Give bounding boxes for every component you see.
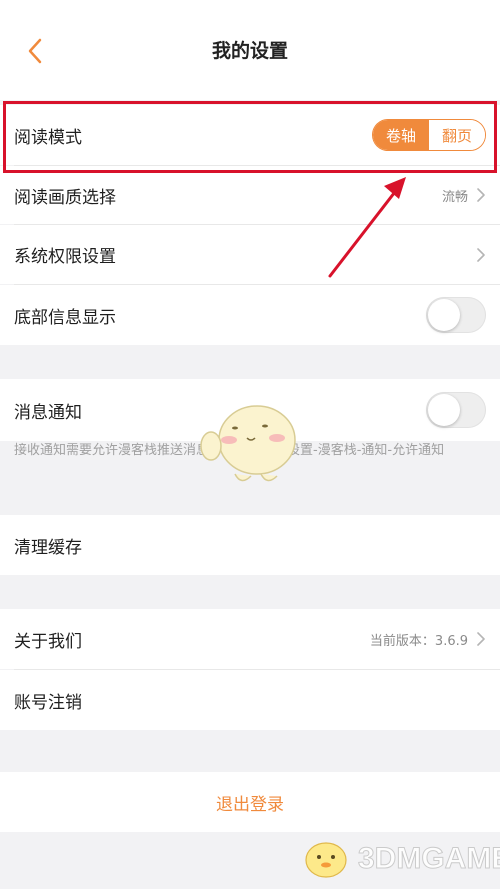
bottom-info-toggle[interactable] [426, 297, 486, 333]
notifications-toggle[interactable] [426, 392, 486, 428]
logout-label: 退出登录 [216, 794, 284, 815]
toggle-knob [428, 394, 460, 426]
system-permissions-label: 系统权限设置 [14, 247, 116, 267]
toggle-knob [428, 299, 460, 331]
reading-mode-option-page[interactable]: 翻页 [429, 120, 485, 150]
setting-row-account-deletion[interactable]: 账号注销 [0, 670, 500, 730]
header-bar: 我的设置 [0, 0, 500, 100]
watermark-mascot-icon [305, 842, 347, 878]
chevron-right-icon [477, 632, 485, 646]
reading-mode-segmented-control: 卷轴 翻页 [372, 119, 486, 151]
watermark: 3DMGAME [300, 838, 500, 880]
setting-row-clear-cache[interactable]: 清理缓存 [0, 515, 500, 575]
account-deletion-label: 账号注销 [14, 692, 82, 713]
setting-row-reading-mode: 阅读模式 卷轴 翻页 [0, 105, 500, 165]
notifications-hint: 接收通知需要允许漫客栈推送消息，打开方法：设置-漫客栈-通知-允许通知 [14, 443, 445, 458]
chevron-right-icon [477, 188, 485, 202]
reading-quality-value: 流畅 [441, 189, 468, 205]
setting-row-notifications: 消息通知 [0, 379, 500, 441]
clear-cache-label: 清理缓存 [14, 537, 82, 558]
setting-row-system-permissions[interactable]: 系统权限设置 [0, 225, 500, 284]
setting-row-reading-quality[interactable]: 阅读画质选择 流畅 [0, 166, 500, 224]
page-title: 我的设置 [211, 40, 288, 62]
reading-mode-option-scroll[interactable]: 卷轴 [373, 120, 429, 150]
watermark-text: 3DMGAME [357, 842, 500, 876]
chevron-right-icon [477, 247, 485, 262]
reading-quality-label: 阅读画质选择 [14, 187, 116, 208]
setting-row-bottom-info: 底部信息显示 [0, 285, 500, 345]
setting-row-about[interactable]: 关于我们 当前版本：3.6.9 [0, 609, 500, 669]
chevron-left-icon [28, 38, 42, 64]
bottom-info-label: 底部信息显示 [14, 307, 116, 328]
back-button[interactable] [20, 36, 50, 66]
about-label: 关于我们 [14, 631, 82, 652]
logout-button[interactable]: 退出登录 [0, 772, 500, 832]
reading-mode-control: 卷轴 翻页 [372, 119, 486, 151]
version-value: 当前版本：3.6.9 [369, 633, 468, 649]
reading-mode-label: 阅读模式 [14, 127, 82, 148]
notifications-label: 消息通知 [14, 402, 82, 423]
